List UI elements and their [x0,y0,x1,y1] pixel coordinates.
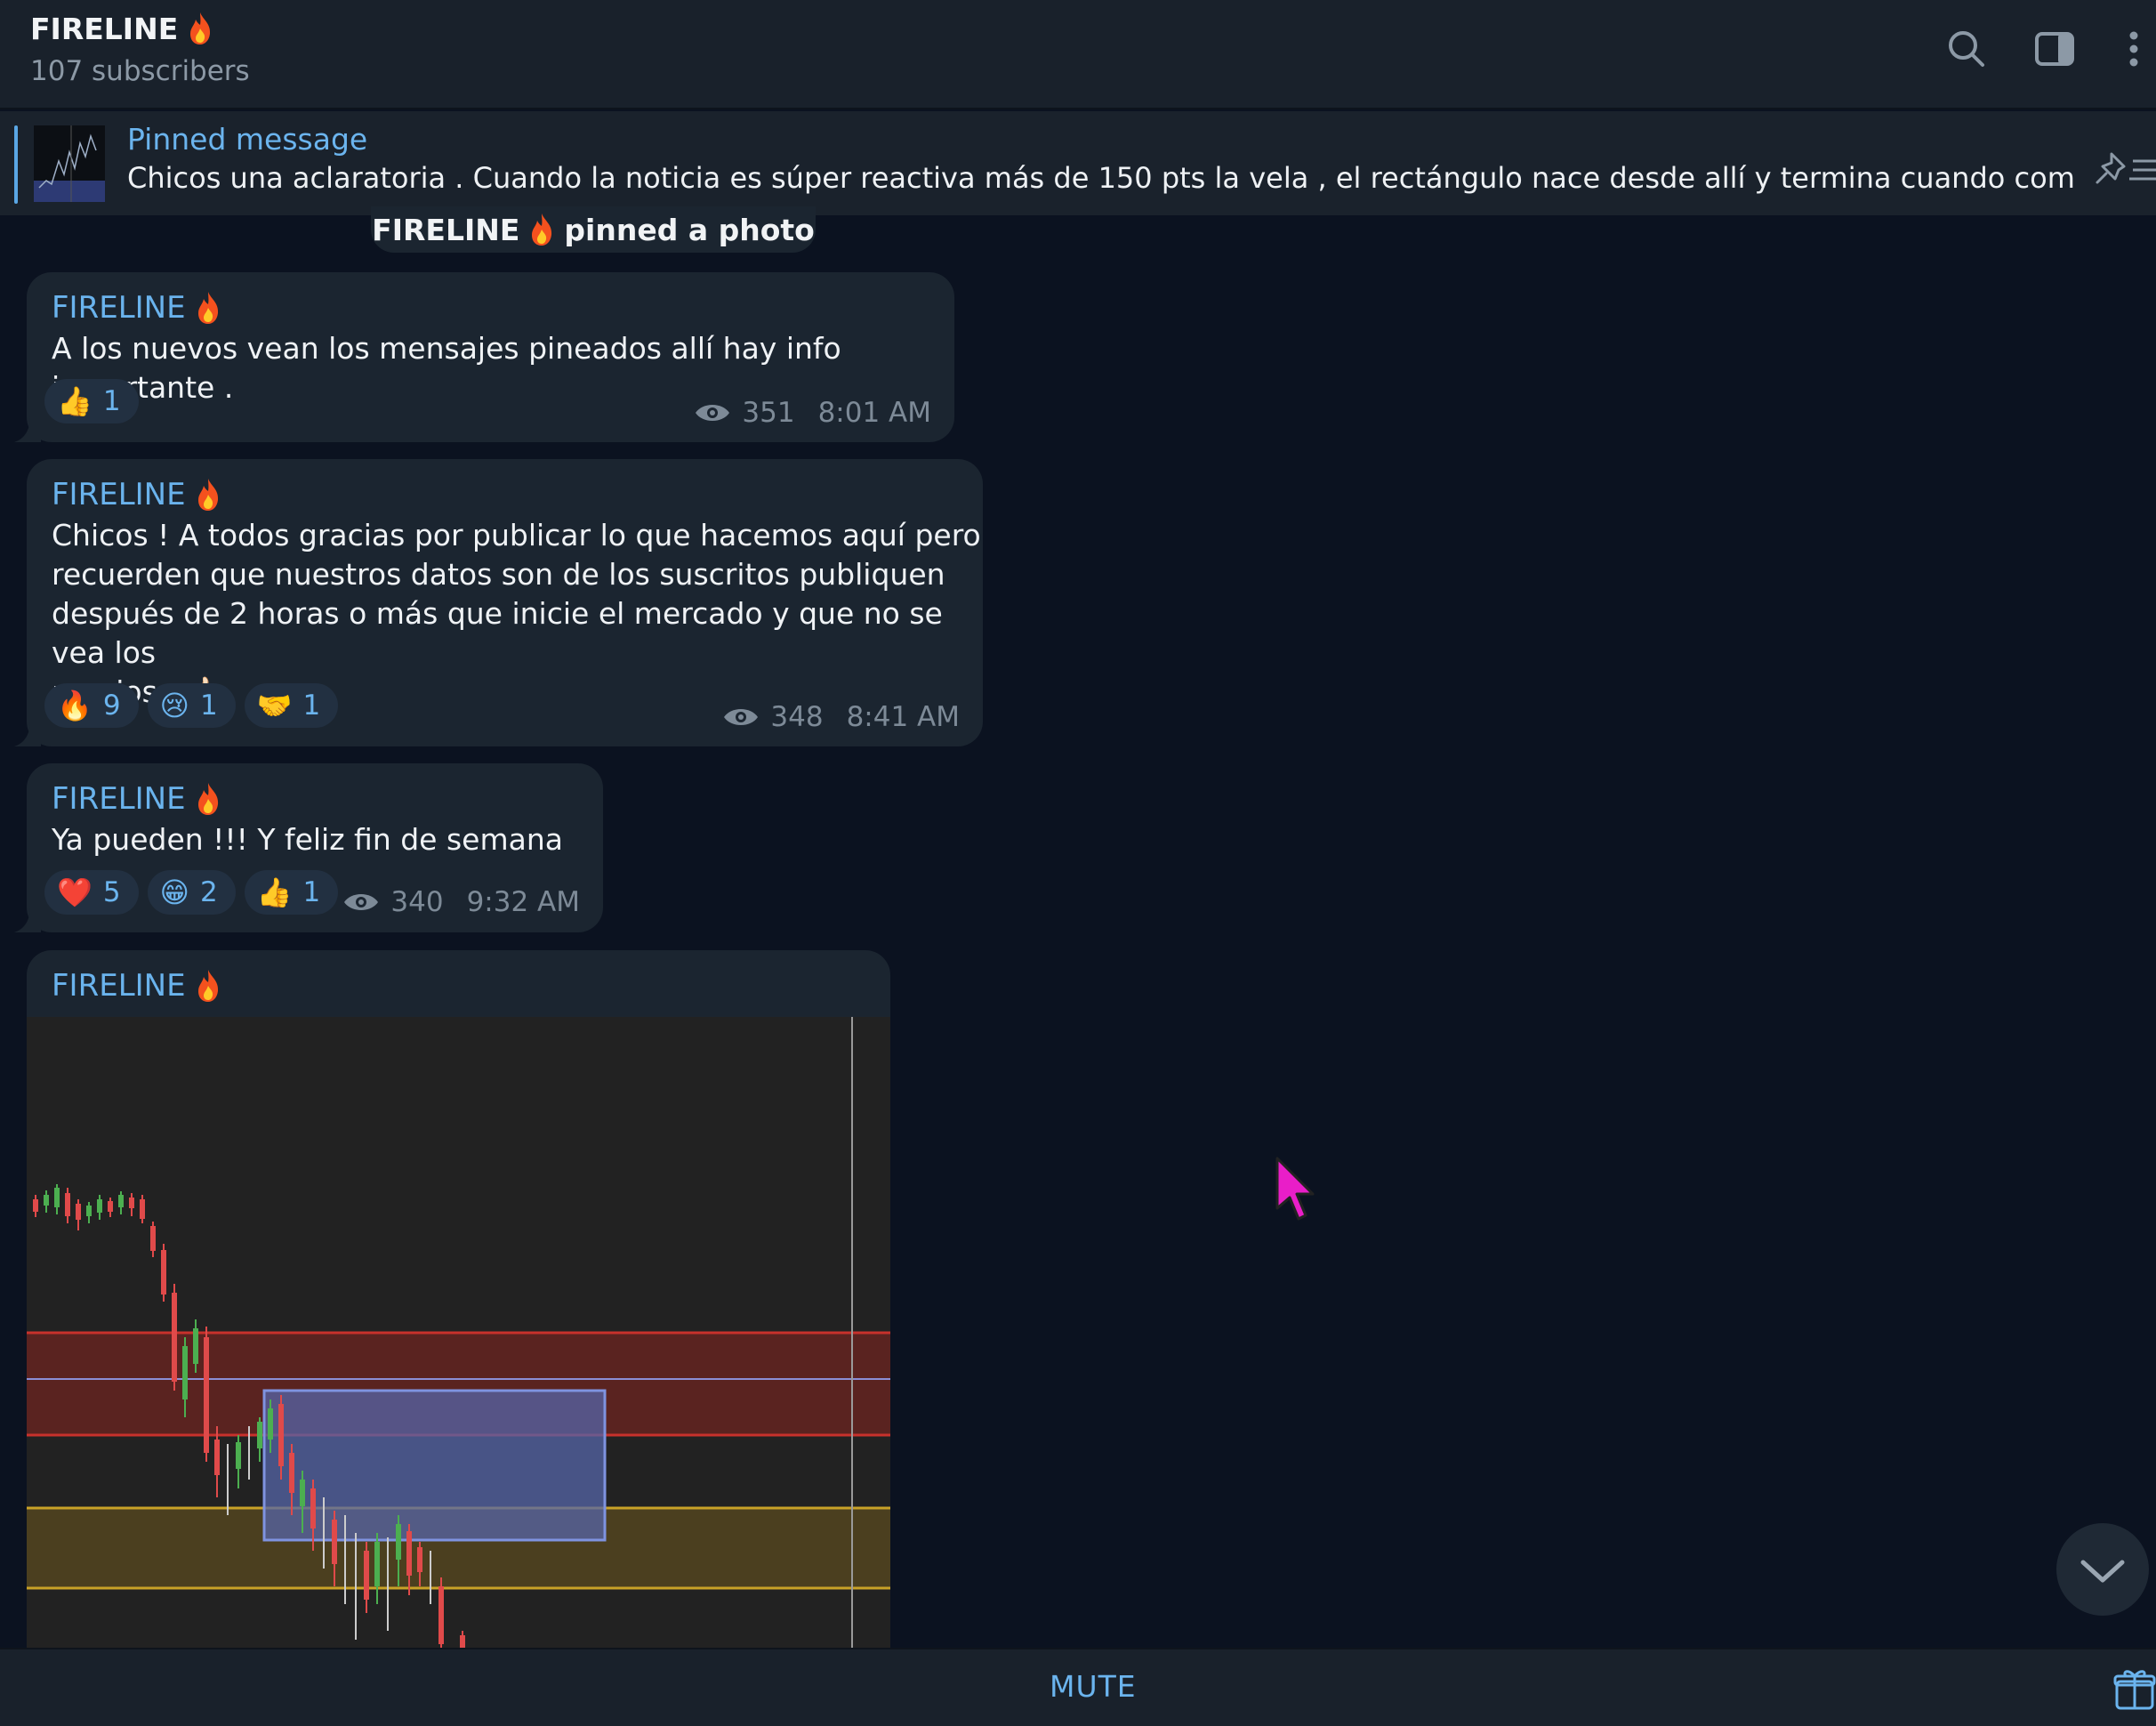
scroll-to-bottom-button[interactable] [2056,1523,2149,1616]
message-bubble[interactable]: FIRELINE Chicos ! A todos gracias por pu… [14,459,983,746]
message-line: después de 2 horas o más que inicie el m… [52,596,943,670]
pinned-thumbnail [34,125,105,202]
message-author-name: FIRELINE [52,781,186,817]
fire-icon [197,783,218,815]
reaction-count: 2 [199,876,218,908]
chat-header[interactable]: FIRELINE 107 subscribers [0,0,2156,109]
reactions: ❤️ 5 😁 2 👍 1 [44,870,339,915]
message-bubble[interactable]: FIRELINE A los nuevos vean los mensajes … [14,272,954,442]
reaction-handshake[interactable]: 🤝 1 [244,683,339,728]
mouse-cursor-icon [1275,1157,1315,1221]
pinned-message-bar[interactable]: Pinned message Chicos una aclaratoria . … [0,111,2156,215]
reaction-fire[interactable]: 🔥 9 [44,683,139,728]
handshake-icon: 🤝 [256,689,293,722]
reaction-count: 1 [302,876,321,908]
chat-footer: MUTE [0,1648,2156,1726]
fire-icon [532,214,552,246]
message-author[interactable]: FIRELINE [52,290,221,326]
service-action: pinned a photo [564,212,815,247]
fire-reaction-icon: 🔥 [57,689,93,722]
service-message: FIRELINE pinned a photo [371,206,816,253]
message-line: Chicos ! A todos gracias por publicar lo… [52,518,981,552]
reaction-count: 1 [102,385,121,417]
chevron-down-icon [2080,1560,2125,1583]
reaction-count: 5 [102,876,121,908]
bubble-tail [14,720,41,746]
view-count: 348 [770,701,824,733]
view-count: 340 [390,886,444,918]
reactions: 👍 1 [44,379,139,423]
bubble-tail [14,906,41,932]
message-author-name: FIRELINE [52,290,186,326]
candlestick-chart-image [27,1017,890,1649]
bubble-tail [14,415,41,442]
pinned-indicator [14,125,18,204]
message-meta: 340 9:32 AM [342,886,580,918]
chart-thumbnail-image [34,125,105,202]
service-author: FIRELINE [372,212,520,247]
message-text: Chicos ! A todos gracias por publicar lo… [52,516,983,712]
more-vertical-icon[interactable] [2112,27,2156,71]
reaction-thumbs-up[interactable]: 👍 1 [244,870,339,915]
reactions: 🔥 9 😢 1 🤝 1 [44,683,339,728]
views-eye-icon [696,405,730,421]
fire-icon [190,12,211,44]
fire-icon [197,292,218,324]
fire-icon [197,479,218,511]
message-line: recuerden que nuestros datos son de los … [52,557,945,592]
views-eye-icon [724,709,759,725]
message-time: 8:41 AM [846,701,960,733]
pinned-label: Pinned message [127,122,368,157]
pinned-text: Chicos una aclaratoria . Cuando la notic… [127,161,2075,195]
crying-face-icon: 😢 [159,689,189,722]
message-meta: 348 8:41 AM [722,701,960,733]
gift-icon[interactable] [2113,1667,2156,1712]
message-line: Ya pueden !!! Y feliz fin de semana [52,822,563,857]
reaction-grin[interactable]: 😁 2 [147,870,236,915]
channel-title[interactable]: FIRELINE [30,11,213,46]
search-icon[interactable] [1944,27,1989,71]
reaction-count: 1 [199,690,218,722]
message-author-name: FIRELINE [52,477,186,512]
sidebar-toggle-icon[interactable] [2032,27,2077,71]
fire-icon [197,970,218,1002]
mute-button[interactable]: MUTE [1050,1669,1137,1704]
reaction-count: 9 [102,690,121,722]
message-time: 8:01 AM [817,397,931,429]
message-bubble[interactable]: FIRELINE Ya pueden !!! Y feliz fin de se… [14,763,603,932]
subscriber-count: 107 subscribers [30,55,250,87]
message-text: A los nuevos vean los mensajes pineados … [52,329,954,407]
reaction-crying[interactable]: 😢 1 [147,683,236,728]
message-author-name: FIRELINE [52,968,186,1004]
message-line: A los nuevos vean los mensajes pineados … [52,331,841,405]
reaction-heart[interactable]: ❤️ 5 [44,870,139,915]
view-count: 351 [742,397,795,429]
reaction-count: 1 [302,690,321,722]
heart-icon: ❤️ [57,875,93,909]
chart-photo[interactable] [27,1017,890,1649]
message-time: 9:32 AM [466,886,580,918]
reaction-thumbs-up[interactable]: 👍 1 [44,379,139,423]
thumbs-up-icon: 👍 [256,875,293,909]
message-text: Ya pueden !!! Y feliz fin de semana [52,820,563,859]
views-eye-icon [344,894,379,910]
channel-title-text: FIRELINE [30,11,179,46]
message-author[interactable]: FIRELINE [52,781,221,817]
thumbs-up-icon: 👍 [57,384,93,418]
message-author[interactable]: FIRELINE [52,477,221,512]
pin-list-icon[interactable] [2094,147,2156,190]
message-author[interactable]: FIRELINE [52,968,221,1004]
message-meta: 351 8:01 AM [694,397,931,429]
grinning-face-icon: 😁 [159,875,189,909]
